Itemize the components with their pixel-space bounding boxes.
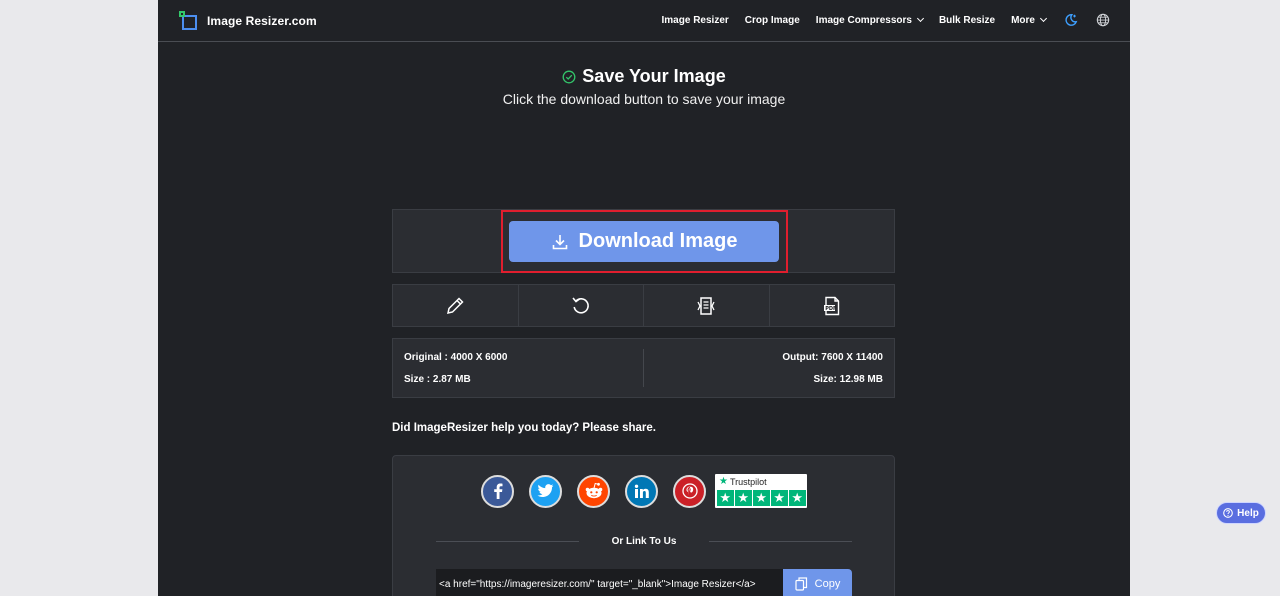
download-panel: Download Image [392,209,895,273]
page-subtitle: Click the download button to save your i… [502,91,786,107]
nav-image-resizer[interactable]: Image Resizer [662,15,729,26]
pinterest-button[interactable] [673,474,706,508]
check-circle-icon [562,70,576,83]
copy-icon [795,577,807,591]
share-box: ★ Trustpilot ★ ★ ★ ★ ★ Or Link To Us <a … [392,455,895,596]
help-icon [1223,508,1234,518]
copy-button[interactable]: Copy [783,569,852,596]
svg-text:PDF: PDF [825,306,836,312]
star-icon: ★ [771,490,788,506]
trustpilot-badge[interactable]: ★ Trustpilot ★ ★ ★ ★ ★ [715,474,807,508]
trustpilot-label: Trustpilot [729,476,767,487]
chevron-down-icon [916,14,924,23]
left-gutter [0,0,158,596]
share-question: Did ImageResizer help you today? Please … [392,422,656,434]
undo-icon [572,296,589,314]
undo-button[interactable] [519,285,644,326]
chevron-down-icon [1039,14,1048,23]
original-dimensions: Original : 4000 X 6000 [404,352,508,363]
header: Image Resizer.com Image Resizer Crop Ima… [158,0,1130,42]
nav-image-compressors[interactable]: Image Compressors [815,14,924,26]
nav-label: Crop Image [744,14,800,26]
edit-button[interactable] [393,285,519,326]
nav-label: Bulk Resize [938,14,996,26]
nav-bulk-resize[interactable]: Bulk Resize [939,15,995,26]
pdf-button[interactable]: PDF [770,285,895,326]
page-title: Save Your Image [562,66,726,87]
logo[interactable]: Image Resizer.com [179,11,317,31]
reddit-button[interactable] [577,474,610,508]
title-text: Save Your Image [582,66,726,86]
social-buttons: ★ Trustpilot ★ ★ ★ ★ ★ [481,474,807,508]
facebook-icon [493,483,502,499]
output-size: Size: 12.98 MB [813,374,883,385]
trustpilot-name: ★ Trustpilot [719,476,767,487]
linkedin-icon [634,484,649,498]
nav-label: More [1011,14,1035,26]
or-link-row: Or Link To Us [436,534,853,548]
title-row: Save Your Image [158,66,1130,89]
image-info-panel: Original : 4000 X 6000 Size : 2.87 MB Ou… [392,338,895,398]
reddit-icon [585,482,602,499]
output-dimensions: Output: 7600 X 11400 [782,352,883,363]
download-label: Download Image [578,230,738,252]
trustpilot-stars: ★ ★ ★ ★ ★ [717,490,807,506]
pinterest-icon [681,483,698,499]
compress-button[interactable] [644,285,770,326]
star-icon: ★ [735,490,752,506]
divider [709,540,853,542]
star-icon: ★ [719,476,728,487]
tools-bar: PDF [392,284,895,327]
help-label: Help [1237,507,1259,519]
pencil-icon [447,296,464,314]
copy-label: Copy [814,578,841,590]
or-link-label: Or Link To Us [611,535,677,547]
download-icon [552,234,567,249]
download-button[interactable]: Download Image [509,221,779,262]
nav-more[interactable]: More [1011,14,1048,26]
help-button[interactable]: Help [1216,502,1266,524]
divider [436,540,579,542]
dark-mode-icon[interactable] [1064,13,1078,27]
linkedin-button[interactable] [625,474,658,508]
nav-label: Image Resizer [661,14,729,26]
pdf-icon: PDF [823,296,839,315]
star-icon: ★ [717,490,734,506]
logo-icon [179,11,199,31]
compress-icon [697,296,715,315]
globe-icon[interactable] [1096,13,1110,27]
main-nav: Image Resizer Crop Image Image Compresso… [646,13,1110,27]
original-size: Size : 2.87 MB [404,374,471,385]
logo-text: Image Resizer.com [207,14,317,28]
star-icon: ★ [789,490,806,506]
embed-code-field[interactable]: <a href="https://imageresizer.com/" targ… [436,569,783,596]
nav-label: Image Compressors [815,14,912,26]
star-icon: ★ [753,490,770,506]
page: Image Resizer.com Image Resizer Crop Ima… [158,0,1130,596]
divider [643,349,644,387]
twitter-icon [537,484,554,497]
twitter-button[interactable] [529,474,562,508]
facebook-button[interactable] [481,474,514,508]
nav-crop-image[interactable]: Crop Image [745,15,800,26]
